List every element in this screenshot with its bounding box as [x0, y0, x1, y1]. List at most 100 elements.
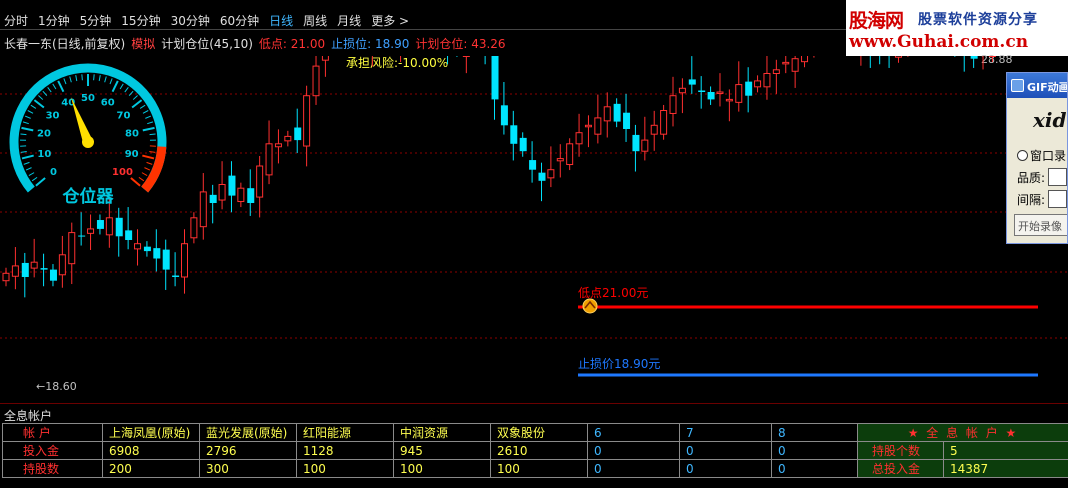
period-tab-6[interactable]: 日线 — [269, 12, 293, 29]
candle — [172, 252, 180, 287]
cell: 0 — [679, 459, 772, 478]
cell: 6908 — [102, 441, 200, 460]
period-tab-bar: 分时 1分钟 5分钟 15分钟 30分钟 60分钟 日线 周线 月线 更多 > — [0, 0, 846, 30]
summary-value: 14387 — [943, 459, 1068, 478]
cell: 945 — [393, 441, 491, 460]
planned-position-value: 计划仓位: 43.26 — [415, 37, 506, 51]
candle — [2, 267, 10, 287]
column-header: 红阳能源 — [296, 423, 394, 442]
candle — [143, 241, 151, 257]
period-tab-9[interactable]: 更多 > — [371, 12, 409, 29]
logo-name: 股海网 — [849, 10, 904, 32]
candle — [763, 56, 771, 100]
candle — [68, 222, 76, 285]
level-label-1: 止损价18.90元 — [578, 357, 660, 371]
candle — [894, 56, 902, 63]
logo-url: www.Guhai.com.cn — [849, 32, 1029, 52]
candle — [500, 82, 508, 135]
row-label: 投入金 — [2, 441, 103, 460]
candle — [11, 247, 19, 290]
period-tab-7[interactable]: 周线 — [303, 12, 327, 29]
candle — [888, 56, 890, 68]
accounts-panel-title: 全息帐户 — [0, 403, 1068, 423]
candle — [688, 56, 696, 94]
candle — [371, 56, 373, 67]
stop-loss-value: 止损位: 18.90 — [331, 37, 410, 51]
column-header: 6 — [587, 423, 680, 442]
candle — [641, 116, 649, 161]
candle — [199, 173, 207, 240]
gif-brand-logo: xid — [1033, 108, 1067, 132]
gif-title-text: GIF动画 — [1027, 81, 1068, 94]
window-record-radio[interactable] — [1017, 149, 1028, 161]
gauge-tick-label: 60 — [101, 98, 115, 109]
candle — [153, 229, 161, 272]
period-tab-5[interactable]: 60分钟 — [220, 12, 259, 29]
candle — [49, 264, 57, 287]
candle — [162, 239, 170, 290]
candle — [678, 78, 686, 114]
cell: 2610 — [490, 441, 588, 460]
candle — [594, 94, 602, 144]
candle — [321, 56, 329, 77]
period-low-label: ←18.60 — [36, 380, 77, 393]
table-row: 投入金 6908 2796 1128 945 2610 0 0 0 持股个数 5 — [2, 441, 1068, 460]
window-record-label: 窗口录 — [1030, 148, 1067, 163]
candle — [954, 56, 956, 57]
candle — [237, 182, 245, 208]
candle — [115, 207, 123, 257]
column-header: 双象股份 — [490, 423, 588, 442]
candle — [284, 130, 292, 147]
candle — [879, 56, 881, 65]
start-recording-button[interactable]: 开始录像 — [1014, 214, 1067, 236]
gif-window-title[interactable]: GIF动画 — [1007, 73, 1067, 98]
cell: 300 — [199, 459, 297, 478]
gif-recorder-window[interactable]: GIF动画 xid 窗口录 品质: 间隔: 开始录像 — [1006, 72, 1068, 244]
quality-input[interactable] — [1048, 168, 1067, 186]
period-tab-8[interactable]: 月线 — [337, 12, 361, 29]
candle — [58, 235, 66, 288]
cell: 0 — [587, 459, 680, 478]
cell: 100 — [296, 459, 394, 478]
candle — [265, 120, 273, 185]
candle — [698, 76, 706, 109]
cell: 100 — [490, 459, 588, 478]
candle — [632, 124, 640, 172]
quality-row: 品质: — [1007, 166, 1067, 188]
cell: 0 — [679, 441, 772, 460]
period-tab-4[interactable]: 30分钟 — [171, 12, 210, 29]
candle — [613, 98, 621, 128]
candle — [801, 56, 809, 68]
period-tab-1[interactable]: 1分钟 — [38, 12, 70, 29]
column-header: 中润资源 — [393, 423, 491, 442]
row-label: 持股数 — [2, 459, 103, 478]
candle — [735, 61, 743, 112]
candle — [274, 129, 282, 164]
candle — [78, 212, 86, 246]
candle — [772, 59, 780, 94]
guhai-logo: 股海网 股票软件资源分享 www.Guhai.com.cn — [846, 0, 1068, 56]
candle — [860, 56, 862, 66]
period-tab-0[interactable]: 分时 — [4, 12, 28, 29]
accounts-panel: 帐 户上海凤凰(原始) 蓝光发展(原始) 红阳能源 中润资源 双象股份 6 7 8 ★ 全 息 … — [2, 423, 1068, 488]
interval-label: 间隔: — [1017, 192, 1046, 207]
cursor-marker: × — [670, 56, 678, 57]
cell: 0 — [771, 441, 858, 460]
candle — [87, 214, 95, 250]
candle — [96, 214, 104, 235]
gauge-tick-label: 70 — [116, 110, 130, 121]
period-tabs: 分时 1分钟 5分钟 15分钟 30分钟 60分钟 日线 周线 月线 更多 > — [4, 12, 409, 29]
buy-marker-icon — [582, 298, 598, 314]
interval-input[interactable] — [1048, 190, 1067, 208]
candle — [228, 161, 236, 213]
period-tab-2[interactable]: 5分钟 — [80, 12, 112, 29]
gauge-tick-label: 100 — [112, 167, 133, 178]
candle — [256, 156, 264, 218]
gauge-red-zone — [141, 146, 167, 193]
candle — [40, 253, 48, 287]
candle — [462, 56, 470, 74]
cell: 100 — [393, 459, 491, 478]
candle — [791, 56, 799, 88]
period-tab-3[interactable]: 15分钟 — [121, 12, 160, 29]
window-record-option[interactable]: 窗口录 — [1007, 144, 1067, 166]
